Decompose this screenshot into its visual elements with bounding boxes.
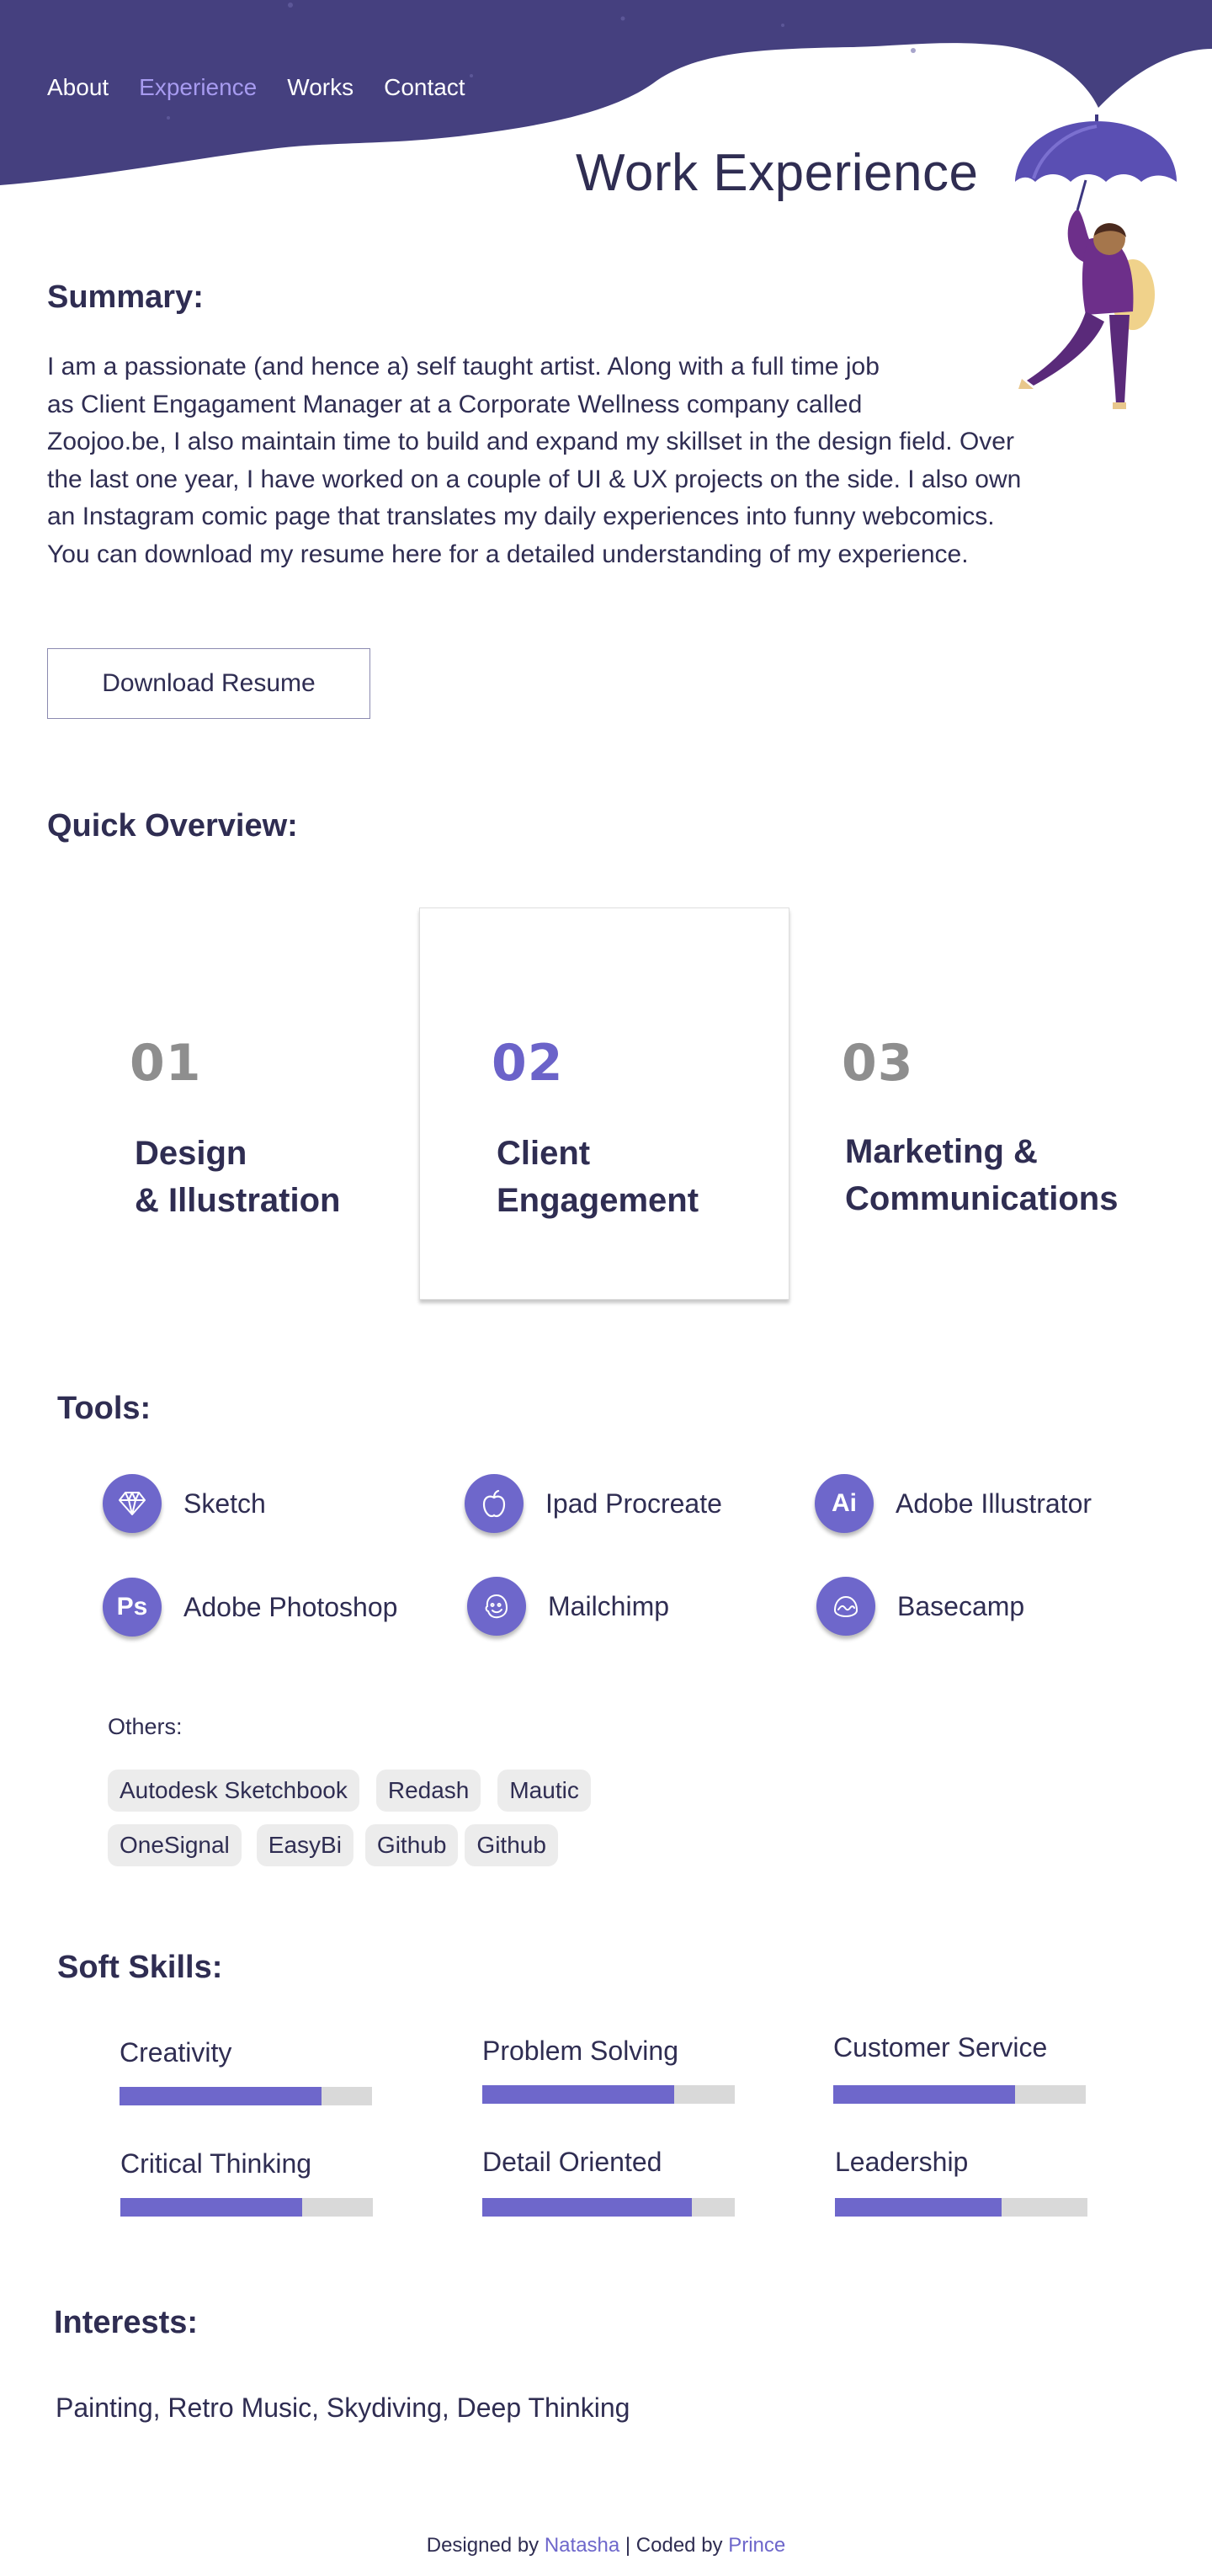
others-chip-row: Autodesk Sketchbook Redash Mautic (108, 1770, 714, 1812)
summary-text: I am a passionate (and hence a) self tau… (47, 349, 1116, 573)
sketch-diamond-icon (103, 1474, 162, 1533)
summary-line: as Client Engagament Manager at a Corpor… (47, 390, 863, 418)
designer-link[interactable]: Natasha (545, 2534, 619, 2557)
skill-bar (120, 2087, 372, 2105)
card-title: Client Engagement (497, 1130, 699, 1224)
skill-bar (482, 2198, 735, 2217)
summary-heading: Summary: (47, 279, 204, 315)
illustrator-icon: Ai (815, 1474, 874, 1533)
tool-label: Sketch (183, 1488, 266, 1519)
tool-label: Adobe Illustrator (896, 1488, 1092, 1519)
download-resume-button[interactable]: Download Resume (47, 648, 370, 719)
skill-label: Leadership (835, 2147, 969, 2177)
tool-label: Adobe Photoshop (183, 1591, 398, 1622)
nav-works[interactable]: Works (287, 74, 354, 101)
skill-bar (120, 2198, 373, 2217)
skill-bar (833, 2085, 1086, 2104)
nav-contact[interactable]: Contact (384, 74, 465, 101)
summary-line: the last one year, I have worked on a co… (47, 465, 1022, 493)
apple-icon (465, 1474, 524, 1533)
tool-chip: Github (364, 1824, 459, 1866)
others-chip-row: OneSignal EasyBi Github Github (108, 1824, 714, 1866)
tool-chip: Redash (375, 1770, 481, 1812)
skill-problem-solving: Problem Solving (482, 2036, 735, 2104)
soft-skills-heading: Soft Skills: (57, 1950, 223, 1985)
overview-heading: Quick Overview: (47, 808, 298, 844)
tool-chip: Autodesk Sketchbook (108, 1770, 359, 1812)
skill-bar-fill (482, 2085, 674, 2104)
footer: Designed by Natasha | Coded by Prince (0, 2534, 1212, 2557)
skill-detail-oriented: Detail Oriented (482, 2147, 735, 2217)
card-title-line: Design (135, 1135, 247, 1172)
card-number: 01 (130, 1034, 202, 1093)
skill-bar (482, 2085, 735, 2104)
tool-chip: Mautic (497, 1770, 591, 1812)
tools-heading: Tools: (57, 1391, 152, 1426)
tool-mailchimp: Mailchimp (467, 1577, 669, 1636)
skill-label: Problem Solving (482, 2036, 678, 2066)
basecamp-icon (816, 1577, 875, 1636)
skill-bar (835, 2198, 1087, 2217)
mailchimp-icon (467, 1577, 526, 1636)
page-title: Work Experience (576, 144, 979, 202)
interests-text: Painting, Retro Music, Skydiving, Deep T… (56, 2392, 630, 2423)
tool-chip: OneSignal (108, 1824, 242, 1866)
tool-chip: EasyBi (256, 1824, 354, 1866)
card-title-line: Communications (845, 1180, 1119, 1217)
tool-adobe-photoshop: Ps Adobe Photoshop (103, 1578, 397, 1637)
skill-customer-service: Customer Service (833, 2032, 1086, 2104)
skill-creativity: Creativity (120, 2037, 372, 2105)
tool-ipad-procreate: Ipad Procreate (465, 1474, 722, 1533)
others-label: Others: (108, 1714, 183, 1739)
skill-leadership: Leadership (835, 2147, 1087, 2217)
card-number: 02 (492, 1034, 564, 1093)
summary-line: an Instagram comic page that translates … (47, 503, 995, 530)
summary-line: I am a passionate (and hence a) self tau… (47, 353, 880, 381)
tool-basecamp: Basecamp (816, 1577, 1024, 1636)
summary-line: You can download my resume here for a de… (47, 540, 969, 568)
skill-bar-fill (482, 2198, 692, 2217)
nav-experience[interactable]: Experience (139, 74, 257, 101)
skill-bar-fill (120, 2198, 302, 2217)
skill-label: Critical Thinking (120, 2148, 312, 2179)
skill-label: Customer Service (833, 2032, 1048, 2062)
interests-heading: Interests: (54, 2305, 199, 2340)
skill-label: Creativity (120, 2037, 232, 2068)
summary-line: Zoojoo.be, I also maintain time to build… (47, 428, 1014, 455)
card-title-line: & Illustration (135, 1182, 341, 1219)
footer-designed-by: Designed by (426, 2534, 540, 2557)
tool-sketch: Sketch (103, 1474, 266, 1533)
nav-about[interactable]: About (47, 74, 109, 101)
tool-chip: Github (465, 1824, 558, 1866)
skill-bar-fill (835, 2198, 1002, 2217)
coder-link[interactable]: Prince (728, 2534, 785, 2557)
card-title-line: Marketing & (845, 1133, 1038, 1170)
tool-label: Basecamp (897, 1590, 1025, 1621)
skill-bar-fill (833, 2085, 1015, 2104)
skill-bar-fill (120, 2087, 322, 2105)
overview-card-client-engagement[interactable] (419, 907, 789, 1300)
main-nav: About Experience Works Contact (47, 74, 465, 101)
footer-coded-by: | Coded by (625, 2534, 723, 2557)
photoshop-icon: Ps (103, 1578, 162, 1637)
tool-adobe-illustrator: Ai Adobe Illustrator (815, 1474, 1092, 1533)
card-title-line: Client (497, 1135, 591, 1172)
tool-label: Ipad Procreate (545, 1488, 722, 1519)
tool-label: Mailchimp (548, 1590, 670, 1621)
card-title-line: Engagement (497, 1182, 699, 1219)
card-title: Design & Illustration (135, 1130, 340, 1224)
card-number: 03 (842, 1034, 914, 1093)
card-title: Marketing & Communications (845, 1128, 1118, 1222)
skill-label: Detail Oriented (482, 2147, 662, 2177)
skill-critical-thinking: Critical Thinking (120, 2148, 373, 2217)
